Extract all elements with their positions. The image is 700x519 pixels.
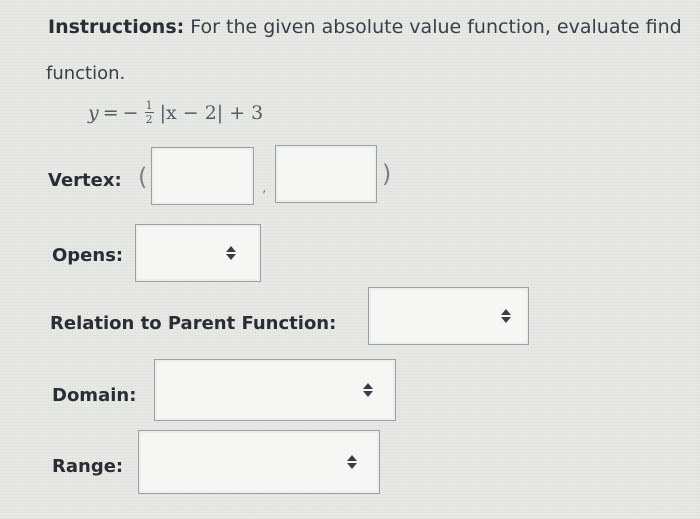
instructions-text: Instructions: For the given absolute val… (48, 16, 682, 38)
up-down-arrow-icon (501, 309, 511, 323)
vertex-y-input[interactable] (275, 145, 377, 203)
opens-label: Opens: (52, 245, 124, 266)
domain-select[interactable] (154, 359, 396, 421)
instructions-line2: function. (46, 63, 126, 84)
vertex-label: Vertex: (48, 170, 122, 191)
range-label: Range: (52, 456, 124, 477)
up-down-arrow-icon (363, 383, 373, 397)
instructions-body: For the given absolute value function, e… (184, 16, 682, 38)
equation-equals: = (102, 101, 119, 124)
range-select[interactable] (138, 430, 380, 494)
domain-label: Domain: (52, 385, 137, 406)
equation-minus: − (122, 101, 139, 124)
equation-abs-expression: |x − 2| + 3 (159, 101, 264, 124)
equation-fraction: 1 2 (144, 99, 154, 126)
equation-y: y (88, 101, 99, 124)
relation-select[interactable] (368, 287, 529, 345)
up-down-arrow-icon (347, 455, 357, 469)
vertex-x-input[interactable] (151, 147, 254, 205)
vertex-close-paren: ) (382, 160, 392, 188)
equation: y = − 1 2 |x − 2| + 3 (88, 100, 263, 125)
opens-select[interactable] (135, 224, 261, 282)
relation-label: Relation to Parent Function: (50, 313, 337, 334)
instructions-label: Instructions: (48, 16, 185, 38)
fraction-denominator: 2 (145, 113, 153, 126)
up-down-arrow-icon (226, 246, 236, 260)
vertex-comma: , (262, 180, 267, 196)
vertex-open-paren: ( (138, 163, 148, 191)
fraction-numerator: 1 (145, 99, 153, 112)
